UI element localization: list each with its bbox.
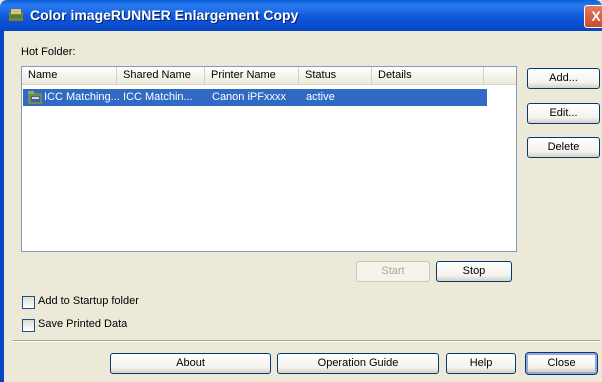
- save-printed-data-label: Save Printed Data: [38, 318, 128, 330]
- title-bar[interactable]: Color imageRUNNER Enlargement Copy X: [0, 0, 602, 31]
- hot-folder-label: Hot Folder:: [21, 46, 76, 58]
- cell-name: ICC Matching...: [44, 91, 119, 103]
- about-button[interactable]: About: [110, 353, 271, 374]
- delete-button[interactable]: Delete: [527, 137, 600, 158]
- save-printed-data-checkbox[interactable]: [22, 319, 35, 332]
- start-button[interactable]: Start: [356, 261, 430, 282]
- stop-button[interactable]: Stop: [436, 261, 512, 282]
- column-header-details[interactable]: Details: [372, 67, 484, 84]
- list-header: Name Shared Name Printer Name Status Det…: [22, 67, 516, 85]
- add-button[interactable]: Add...: [527, 68, 600, 89]
- startup-folder-checkbox[interactable]: [22, 296, 35, 309]
- window-frame-left: [0, 31, 4, 382]
- cell-details: [379, 89, 479, 106]
- column-header-name[interactable]: Name: [22, 67, 117, 84]
- cell-printer-name: Canon iPFxxxx: [212, 91, 286, 103]
- cell-shared-name: ICC Matchin...: [123, 91, 193, 103]
- column-header-status[interactable]: Status: [299, 67, 372, 84]
- separator-line: [12, 340, 600, 342]
- edit-button[interactable]: Edit...: [527, 103, 600, 124]
- folder-printer-icon: [28, 91, 42, 104]
- operation-guide-button[interactable]: Operation Guide: [277, 353, 439, 374]
- close-window-button[interactable]: X: [584, 5, 602, 28]
- startup-folder-label: Add to Startup folder: [38, 295, 139, 307]
- hot-folder-list[interactable]: Name Shared Name Printer Name Status Det…: [21, 66, 517, 252]
- close-icon: X: [591, 8, 601, 24]
- close-button[interactable]: Close: [525, 352, 598, 375]
- column-header-shared-name[interactable]: Shared Name: [117, 67, 205, 84]
- cell-status: active: [306, 91, 335, 103]
- window-title: Color imageRUNNER Enlargement Copy: [30, 7, 299, 23]
- help-button[interactable]: Help: [446, 353, 516, 374]
- app-icon: [9, 9, 23, 21]
- column-header-printer-name[interactable]: Printer Name: [205, 67, 299, 84]
- list-item[interactable]: ICC Matching... ICC Matchin... Canon iPF…: [23, 89, 487, 106]
- main-window: Color imageRUNNER Enlargement Copy X Hot…: [0, 0, 602, 382]
